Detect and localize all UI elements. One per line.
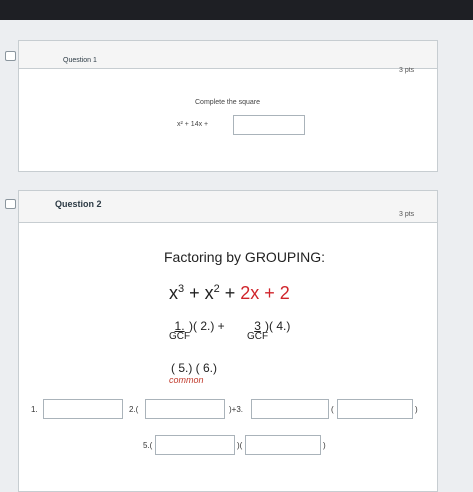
answer-1-input[interactable] bbox=[43, 399, 123, 419]
poly-term-x3: x bbox=[169, 283, 178, 303]
question-1-header bbox=[19, 41, 437, 69]
flag-question-icon[interactable] bbox=[5, 51, 16, 61]
question-1-expression: x² + 14x + bbox=[177, 121, 209, 128]
flag-question-icon[interactable] bbox=[5, 199, 16, 209]
group-2-rest: )( 4.) bbox=[265, 319, 291, 333]
factored-open-paren: ( bbox=[171, 361, 175, 375]
grouping-heading: Factoring by GROUPING: bbox=[164, 249, 326, 265]
answer-3-input[interactable] bbox=[251, 399, 329, 419]
factored-terms: 5.) ( 6.) bbox=[178, 361, 218, 375]
question-2-card: Question 2 3 pts Factoring by GROUPING: … bbox=[5, 190, 438, 492]
answer-6-close: ) bbox=[323, 441, 326, 450]
question-2-points: 3 pts bbox=[399, 211, 415, 218]
answer-2-input[interactable] bbox=[145, 399, 225, 419]
answer-6-input[interactable] bbox=[245, 435, 321, 455]
question-2-title: Question 2 bbox=[55, 199, 102, 209]
answer-4-close: ) bbox=[415, 405, 418, 414]
group-1-gcf: 1. GCF bbox=[169, 319, 190, 342]
answer-4-input[interactable] bbox=[337, 399, 413, 419]
answer-4-label: ( bbox=[331, 405, 334, 414]
answer-1-label: 1. bbox=[31, 405, 38, 414]
answer-2-label: 2.( bbox=[129, 405, 139, 414]
question-1-title: Question 1 bbox=[63, 57, 97, 64]
polynomial: x3 + x2 + 2x + 2 bbox=[169, 283, 290, 304]
top-bar bbox=[0, 0, 473, 20]
answer-5-label: 5.( bbox=[143, 441, 153, 450]
poly-term-x2: x bbox=[204, 283, 214, 303]
factored-line: ( 5.) ( 6.) bbox=[171, 361, 217, 375]
answer-3-label: )+3. bbox=[229, 405, 244, 414]
question-1-card: Question 1 3 pts Complete the square x² … bbox=[5, 40, 438, 172]
question-1-answer-input[interactable] bbox=[233, 115, 305, 135]
question-1-points: 3 pts bbox=[399, 67, 415, 74]
answer-5-input[interactable] bbox=[155, 435, 235, 455]
answer-6-label: )( bbox=[237, 441, 243, 450]
question-1-instruction: Complete the square bbox=[195, 99, 260, 106]
group-1-rest: )( 2.) + bbox=[189, 319, 225, 333]
gcf-label: GCF bbox=[169, 331, 191, 342]
poly-plus: + bbox=[219, 283, 241, 303]
poly-red-terms: 2x + 2 bbox=[240, 283, 290, 303]
poly-plus: + bbox=[184, 283, 205, 303]
common-label: common bbox=[169, 375, 204, 385]
